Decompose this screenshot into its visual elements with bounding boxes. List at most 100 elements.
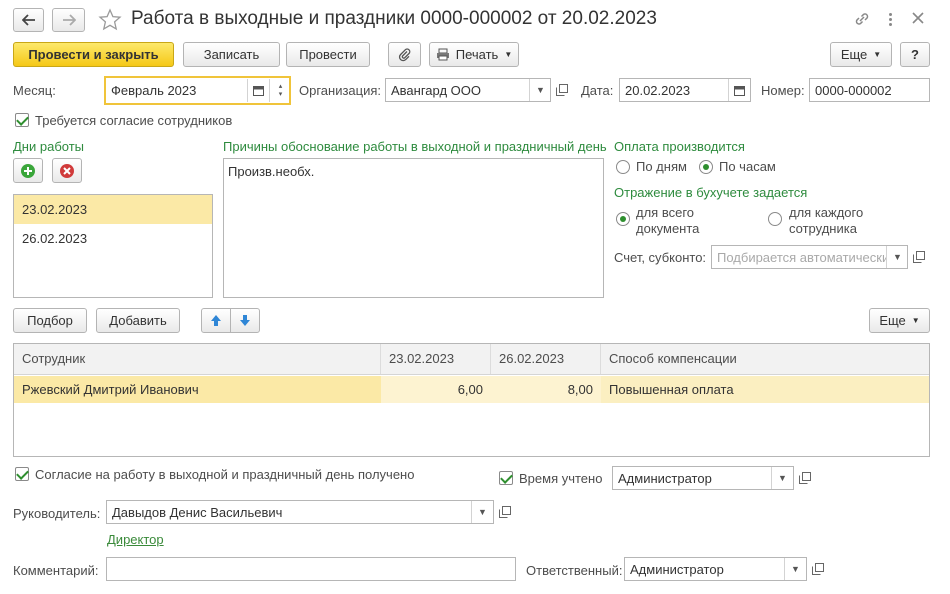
date-calendar-button[interactable] [728,79,750,101]
pay-by-hours-radio[interactable] [699,160,713,174]
comment-field[interactable] [106,557,516,581]
manager-value: Давыдов Денис Васильевич [112,505,283,520]
pick-button[interactable]: Подбор [13,308,87,333]
pay-by-hours-label: По часам [719,159,776,174]
favorite-star-icon[interactable] [98,8,122,35]
manager-dropdown[interactable]: ▼ [471,501,493,523]
reasons-textarea[interactable]: Произв.необх. [223,158,604,298]
responsible-field[interactable]: Администратор ▼ [624,557,807,581]
move-down-button[interactable] [230,308,260,333]
open-icon [913,251,925,263]
manager-position-link[interactable]: Директор [107,532,164,547]
month-field[interactable]: Февраль 2023 ▴ ▾ [104,76,291,105]
time-counted-by-open-button[interactable] [794,466,816,490]
time-counted-by-value: Администратор [618,471,712,486]
toolbar-more-button[interactable]: Еще ▼ [830,42,892,67]
open-icon [799,472,811,484]
month-value: Февраль 2023 [111,83,197,98]
reasons-text: Произв.необх. [228,164,315,179]
chevron-down-icon: ▼ [478,507,487,517]
account-placeholder: Подбирается автоматически [717,250,887,265]
step-up-icon: ▴ [278,82,283,90]
organization-dropdown[interactable]: ▼ [529,79,551,101]
post-button[interactable]: Провести [286,42,370,67]
responsible-dropdown[interactable]: ▼ [784,558,806,580]
add-day-button[interactable] [13,158,43,183]
arrow-up-icon [211,315,221,326]
time-counted-checkbox[interactable] [499,471,513,485]
close-icon[interactable] [910,10,926,29]
column-header-date1[interactable]: 23.02.2023 [381,344,491,374]
date-field[interactable]: 20.02.2023 [619,78,751,102]
organization-field[interactable]: Авангард ООО ▼ [385,78,551,102]
days-list-item[interactable]: 26.02.2023 [14,224,212,253]
calendar-button[interactable] [247,79,269,102]
organization-label: Организация: [299,83,382,98]
number-field[interactable]: 0000-000002 [809,78,930,102]
pay-by-days-label: По дням [636,159,687,174]
time-counted-by-dropdown[interactable]: ▼ [771,467,793,489]
employees-table[interactable]: Сотрудник 23.02.2023 26.02.2023 Способ к… [13,343,930,457]
manager-open-button[interactable] [494,500,516,524]
arrow-right-icon [62,14,76,26]
days-list-item[interactable]: 23.02.2023 [14,195,212,224]
responsible-value: Администратор [630,562,724,577]
account-dropdown[interactable]: ▼ [886,246,908,268]
date-value: 20.02.2023 [625,83,691,98]
help-button[interactable]: ? [900,42,930,67]
consent-received-checkbox[interactable] [15,467,29,481]
pay-by-days-radio[interactable] [616,160,630,174]
consent-required-checkbox[interactable] [15,113,29,127]
account-label: Счет, субконто: [614,250,707,265]
manager-field[interactable]: Давыдов Денис Васильевич ▼ [106,500,494,524]
save-button[interactable]: Записать [183,42,280,67]
cell-date2[interactable]: 8,00 [491,376,601,403]
column-header-compensation[interactable]: Способ компенсации [601,344,929,374]
number-value: 0000-000002 [815,83,892,98]
paperclip-icon [398,47,410,61]
cell-compensation[interactable]: Повышенная оплата [601,376,929,403]
post-and-close-button[interactable]: Провести и закрыть [13,42,174,67]
table-more-button[interactable]: Еще ▼ [869,308,930,333]
time-counted-by-field[interactable]: Администратор ▼ [612,466,794,490]
column-header-date2[interactable]: 26.02.2023 [491,344,601,374]
move-up-button[interactable] [201,308,231,333]
cell-date1[interactable]: 6,00 [381,376,491,403]
toolbar-more-label: Еще [840,47,868,62]
month-label: Месяц: [13,83,56,98]
responsible-open-button[interactable] [807,557,829,581]
accounting-title: Отражение в бухучете задается [614,185,808,200]
remove-day-button[interactable] [52,158,82,183]
number-label: Номер: [761,83,805,98]
whole-document-radio[interactable] [616,212,630,226]
table-header: Сотрудник 23.02.2023 26.02.2023 Способ к… [14,344,929,375]
page-title: Работа в выходные и праздники 0000-00000… [131,8,657,29]
chevron-down-icon: ▼ [778,473,787,483]
chevron-down-icon: ▼ [911,316,920,325]
calendar-icon [734,85,745,96]
organization-open-button[interactable] [551,78,573,102]
account-open-button[interactable] [908,245,930,269]
table-more-label: Еще [879,313,906,328]
attach-button[interactable] [388,42,421,67]
organization-value: Авангард ООО [391,83,481,98]
table-row[interactable]: Ржевский Дмитрий Иванович 6,00 8,00 Повы… [14,376,929,403]
reasons-title: Причины обоснование работы в выходной и … [223,139,607,154]
delete-circle-icon [60,163,74,178]
month-stepper[interactable]: ▴ ▾ [269,79,291,102]
back-button[interactable] [13,8,44,32]
each-employee-radio[interactable] [768,212,782,226]
cell-employee[interactable]: Ржевский Дмитрий Иванович [14,376,381,403]
arrow-down-icon [240,315,250,326]
print-button[interactable]: Печать ▼ [429,42,519,67]
responsible-label: Ответственный: [526,563,623,578]
column-header-employee[interactable]: Сотрудник [14,344,381,374]
print-label: Печать [455,47,499,62]
account-field[interactable]: Подбирается автоматически ▼ [711,245,908,269]
days-list[interactable]: 23.02.2023 26.02.2023 [13,194,213,298]
link-icon[interactable] [853,10,871,31]
printer-icon [436,48,449,61]
forward-button[interactable] [52,8,85,32]
more-menu-icon[interactable] [885,10,895,28]
add-button[interactable]: Добавить [96,308,180,333]
